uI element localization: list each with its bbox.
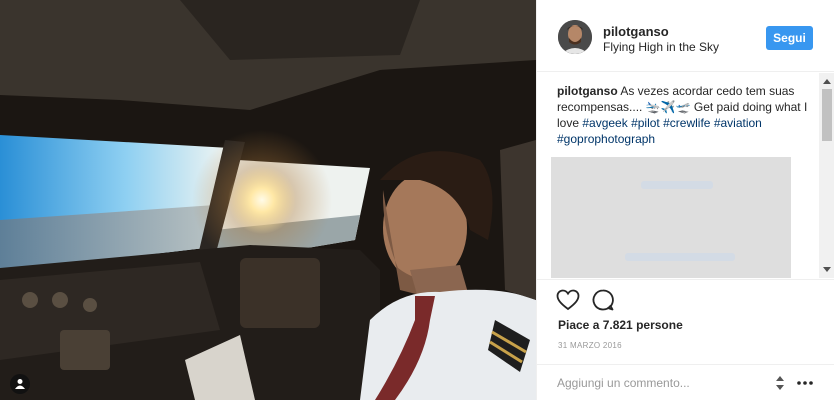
- up-down-arrows-icon[interactable]: [773, 374, 787, 392]
- post-header: pilotganso Flying High in the Sky Segui: [537, 0, 834, 72]
- hashtag-link[interactable]: #pilot: [631, 116, 660, 130]
- scroll-up-arrow[interactable]: [823, 79, 831, 84]
- scroll-thumb[interactable]: [822, 89, 832, 141]
- heart-icon: [556, 289, 580, 311]
- avatar[interactable]: [558, 20, 592, 54]
- likes-count[interactable]: Piace a 7.821 persone: [558, 318, 683, 332]
- cockpit-photo: [0, 0, 536, 400]
- blurred-line: [625, 253, 735, 261]
- user-tag-button[interactable]: [10, 374, 30, 394]
- post-side-panel: pilotganso Flying High in the Sky Segui …: [536, 0, 834, 400]
- scroll-down-arrow[interactable]: [823, 267, 831, 272]
- post-location[interactable]: Flying High in the Sky: [603, 40, 719, 54]
- comment-button[interactable]: [591, 288, 615, 312]
- hashtag-link[interactable]: #goprophotograph: [557, 132, 655, 146]
- post-actions: Piace a 7.821 persone 31 MARZO 2016: [537, 279, 834, 399]
- avatar-image: [558, 20, 592, 54]
- caption-emoji: 🛬✈️🛫: [645, 100, 691, 114]
- post-username[interactable]: pilotganso: [603, 24, 669, 39]
- hashtag-link[interactable]: #avgeek: [582, 116, 627, 130]
- comments-scrollbar[interactable]: [819, 73, 834, 278]
- comment-bar: [537, 364, 834, 400]
- caption: pilotganso As vezes acordar cedo tem sua…: [557, 83, 815, 147]
- more-options-icon[interactable]: [795, 373, 815, 393]
- person-icon: [15, 379, 25, 389]
- blurred-line: [641, 181, 713, 189]
- like-button[interactable]: [556, 288, 580, 312]
- caption-username[interactable]: pilotganso: [557, 84, 618, 98]
- comments-area: pilotganso As vezes acordar cedo tem sua…: [537, 73, 834, 278]
- post-photo[interactable]: [0, 0, 536, 400]
- hashtag-link[interactable]: #crewlife: [663, 116, 710, 130]
- post-date: 31 MARZO 2016: [558, 341, 622, 350]
- hashtag-link[interactable]: #aviation: [714, 116, 762, 130]
- follow-button[interactable]: Segui: [766, 26, 813, 50]
- blurred-comments: [551, 157, 791, 278]
- speech-bubble-icon: [592, 289, 614, 311]
- comment-input[interactable]: [557, 374, 757, 392]
